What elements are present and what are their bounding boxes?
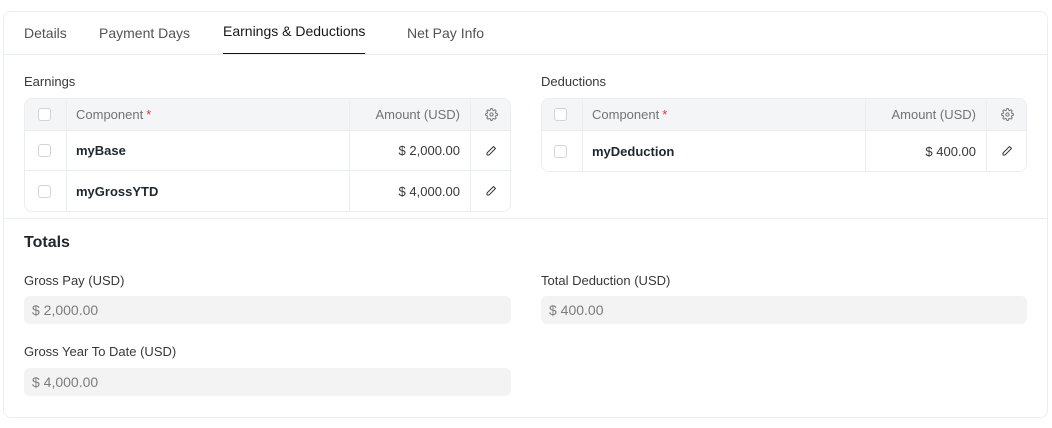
amount-cell[interactable]: $ 4,000.00: [349, 171, 470, 211]
component-cell[interactable]: myGrossYTD: [66, 171, 349, 211]
table-row[interactable]: myDeduction $ 400.00: [542, 131, 1026, 171]
row-checkbox[interactable]: [38, 184, 51, 198]
gross-ytd-label: Gross Year To Date (USD): [24, 344, 177, 359]
gross-pay-field[interactable]: $ 2,000.00: [24, 296, 511, 324]
gear-icon: [1000, 108, 1014, 121]
table-row[interactable]: myGrossYTD $ 4,000.00: [25, 171, 510, 211]
salary-slip-card: Details Payment Days Earnings & Deductio…: [3, 11, 1048, 418]
total-deduction-label: Total Deduction (USD): [541, 273, 671, 288]
amount-cell[interactable]: $ 400.00: [865, 131, 986, 171]
row-checkbox[interactable]: [38, 144, 51, 157]
amount-column-header: Amount (USD): [349, 99, 470, 130]
edit-row-button[interactable]: [986, 131, 1026, 171]
component-cell[interactable]: myBase: [66, 131, 349, 170]
row-checkbox[interactable]: [554, 144, 567, 158]
pencil-icon: [485, 185, 497, 197]
component-column-header: Component *: [592, 107, 668, 122]
gross-ytd-field[interactable]: $ 4,000.00: [24, 368, 511, 396]
pencil-icon: [485, 145, 497, 157]
gross-pay-label: Gross Pay (USD): [24, 273, 125, 288]
select-all-checkbox[interactable]: [38, 108, 51, 121]
tab-payment-days[interactable]: Payment Days: [99, 12, 190, 55]
amount-cell[interactable]: $ 2,000.00: [349, 131, 470, 170]
earnings-table: Component * Amount (USD) myBase $ 2,000.0…: [24, 98, 511, 212]
amount-column-header: Amount (USD): [865, 99, 986, 130]
component-column-header: Component *: [76, 107, 152, 122]
deductions-table: Component * Amount (USD) myDeduction $ 40…: [541, 98, 1027, 172]
column-settings-button[interactable]: [470, 99, 510, 130]
earnings-section-title: Earnings: [24, 74, 76, 89]
select-all-checkbox[interactable]: [554, 108, 567, 121]
required-marker: *: [146, 107, 152, 122]
tab-bar: Details Payment Days Earnings & Deductio…: [4, 12, 1047, 55]
edit-row-button[interactable]: [470, 131, 510, 170]
deductions-table-header: Component * Amount (USD): [542, 99, 1026, 131]
section-divider: [4, 218, 1047, 219]
tab-net-pay-info[interactable]: Net Pay Info: [407, 12, 484, 55]
tab-earnings-deductions[interactable]: Earnings & Deductions: [223, 10, 366, 54]
earnings-table-header: Component * Amount (USD): [25, 99, 510, 131]
required-marker: *: [662, 107, 668, 122]
gear-icon: [484, 108, 498, 121]
total-deduction-field[interactable]: $ 400.00: [541, 296, 1027, 324]
component-cell[interactable]: myDeduction: [582, 131, 865, 171]
totals-section-title: Totals: [24, 234, 70, 251]
tab-details[interactable]: Details: [24, 12, 67, 55]
deductions-section-title: Deductions: [541, 74, 607, 89]
pencil-icon: [1001, 145, 1013, 157]
table-row[interactable]: myBase $ 2,000.00: [25, 131, 510, 171]
column-settings-button[interactable]: [986, 99, 1026, 130]
edit-row-button[interactable]: [470, 171, 510, 211]
